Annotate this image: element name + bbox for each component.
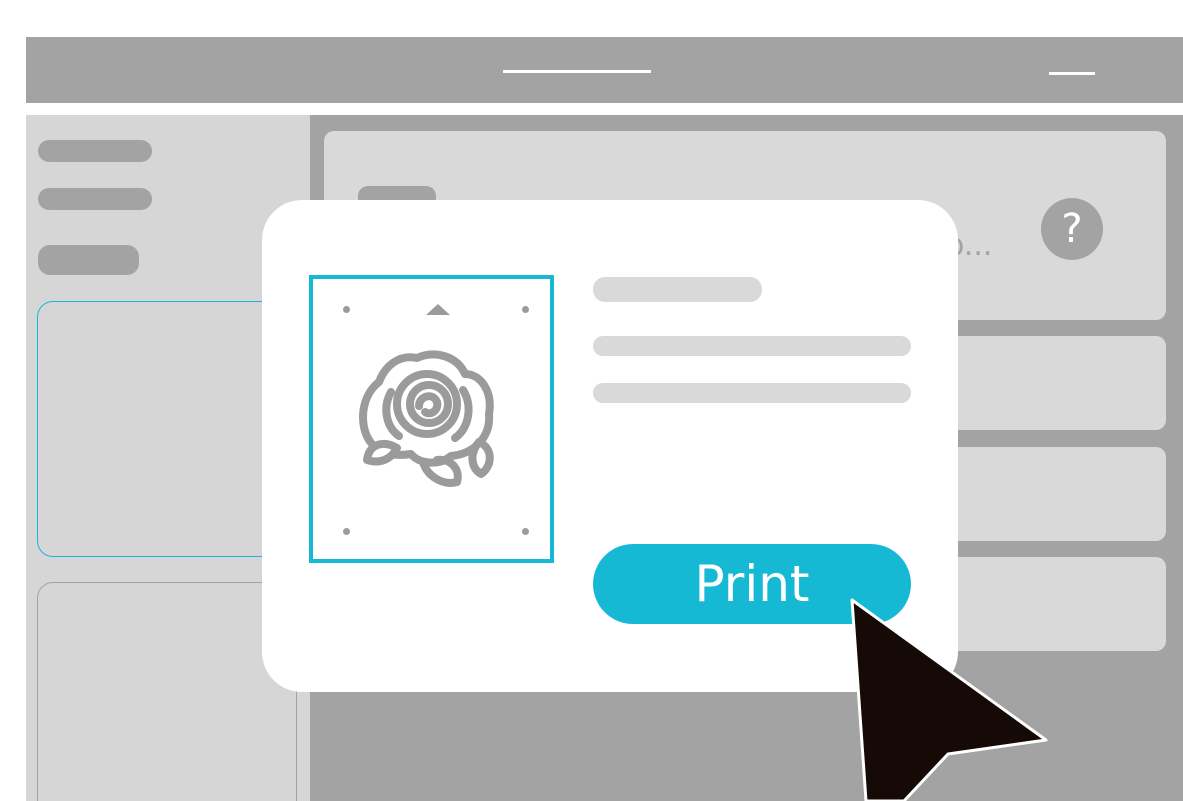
orientation-arrow-icon — [426, 304, 450, 315]
corner-dot — [522, 306, 529, 313]
corner-dot — [522, 528, 529, 535]
rose-icon — [359, 350, 494, 487]
title-bar — [26, 37, 1183, 103]
print-preview — [309, 275, 554, 563]
corner-dot — [343, 528, 350, 535]
title-divider — [26, 103, 1183, 115]
sidebar-item[interactable] — [38, 140, 152, 162]
sidebar-item[interactable] — [38, 188, 152, 210]
print-button[interactable]: Print — [593, 544, 911, 624]
window-title-placeholder — [503, 70, 651, 73]
print-dialog: Print — [262, 200, 958, 692]
sidebar-card-selected[interactable] — [37, 301, 297, 557]
placeholder-text-line — [593, 336, 911, 356]
sidebar-item[interactable] — [38, 245, 139, 275]
help-icon[interactable]: ? — [1041, 198, 1103, 260]
corner-dot — [343, 306, 350, 313]
placeholder-heading — [593, 277, 762, 302]
sidebar-card[interactable] — [37, 582, 297, 801]
minimize-icon[interactable] — [1049, 72, 1095, 75]
placeholder-text-line — [593, 383, 911, 403]
